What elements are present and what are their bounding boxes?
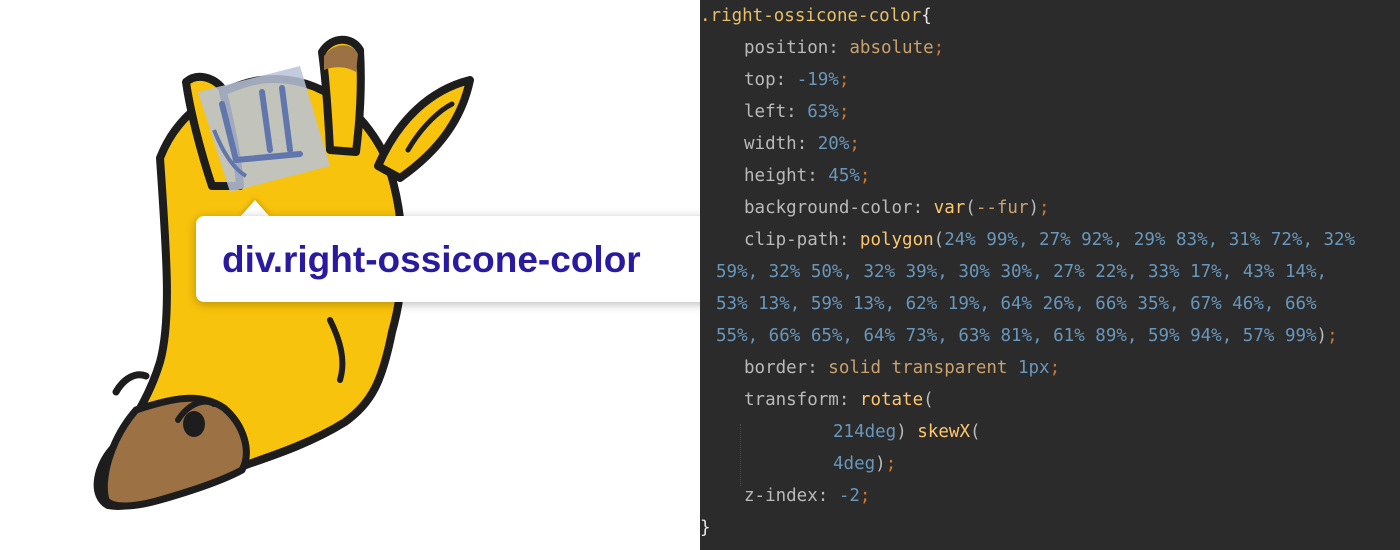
css-value: -2 (838, 486, 860, 506)
element-inspector-tooltip: div.right-ossicone-color (196, 216, 700, 302)
css-value: 59%, 32% 50%, 32% 39%, 30% 30%, 27% 22%,… (716, 262, 1328, 282)
css-value: 53% 13%, 59% 13%, 62% 19%, 64% 26%, 66% … (716, 294, 1317, 314)
code-line-clip-path-cont-3[interactable]: 55%, 66% 65%, 64% 73%, 63% 81%, 61% 89%,… (716, 320, 1338, 352)
css-function: var (933, 198, 966, 218)
css-property: background-color (744, 198, 913, 218)
css-value: 1px (1017, 358, 1050, 378)
open-brace: { (921, 6, 932, 26)
indent-guide (740, 424, 741, 486)
css-value: --fur (975, 198, 1029, 218)
code-line-border[interactable]: border: solid transparent 1px; (744, 352, 1060, 384)
giraffe-nostril (112, 371, 150, 396)
css-function: skewX (917, 422, 970, 442)
css-property: height (744, 166, 808, 186)
css-value: 63% (807, 102, 839, 122)
css-selector: .right-ossicone-color (700, 6, 922, 26)
code-line-width[interactable]: width: 20%; (744, 128, 860, 160)
tooltip-class-name: .right-ossicone-color (272, 239, 641, 280)
css-property: clip-path (744, 230, 839, 250)
code-line-close[interactable]: } (700, 512, 711, 544)
css-value: 20% (817, 134, 850, 154)
css-value: 45% (828, 166, 860, 186)
tooltip-tag: div (222, 239, 273, 280)
code-line-transform-skew-arg[interactable]: 4deg); (833, 448, 896, 480)
css-function: rotate (859, 390, 924, 410)
code-line-clip-path-cont-1[interactable]: 59%, 32% 50%, 32% 39%, 30% 30%, 27% 22%,… (716, 256, 1327, 288)
css-property: width (744, 134, 797, 154)
css-property: transform (744, 390, 839, 410)
css-value: transparent (891, 358, 1008, 378)
css-property: position (744, 38, 829, 58)
css-value: 24% 99%, 27% 92%, 29% 83%, 31% 72%, 32% (944, 230, 1356, 250)
code-line-selector[interactable]: .right-ossicone-color{ (700, 0, 932, 32)
css-value: 214deg (833, 422, 897, 442)
tooltip-arrow (240, 200, 270, 217)
css-value: solid (828, 358, 881, 378)
code-line-background-color[interactable]: background-color: var(--fur); (744, 192, 1050, 224)
code-line-z-index[interactable]: z-index: -2; (744, 480, 870, 512)
code-line-transform[interactable]: transform: rotate( (744, 384, 934, 416)
code-line-transform-rotate-arg[interactable]: 214deg) skewX( (833, 416, 981, 448)
close-brace: } (700, 518, 711, 538)
code-line-position[interactable]: position: absolute; (744, 32, 944, 64)
css-property: border (744, 358, 808, 378)
giraffe-muzzle (100, 394, 250, 510)
css-value: 4deg (833, 454, 876, 474)
code-line-height[interactable]: height: 45%; (744, 160, 870, 192)
code-line-top[interactable]: top: -19%; (744, 64, 849, 96)
css-property: left (744, 102, 787, 122)
css-function: polygon (859, 230, 934, 250)
browser-preview: div.right-ossicone-color (0, 0, 700, 550)
code-line-clip-path-cont-2[interactable]: 53% 13%, 59% 13%, 62% 19%, 64% 26%, 66% … (716, 288, 1317, 320)
css-value: absolute (849, 38, 934, 58)
css-value: -19% (796, 70, 839, 90)
code-line-left[interactable]: left: 63%; (744, 96, 849, 128)
css-property: top (744, 70, 776, 90)
code-editor[interactable]: .right-ossicone-color{ position: absolut… (700, 0, 1400, 550)
code-line-clip-path[interactable]: clip-path: polygon(24% 99%, 27% 92%, 29%… (744, 224, 1355, 256)
css-property: z-index (744, 486, 818, 506)
css-value: 55%, 66% 65%, 64% 73%, 63% 81%, 61% 89%,… (716, 326, 1317, 346)
